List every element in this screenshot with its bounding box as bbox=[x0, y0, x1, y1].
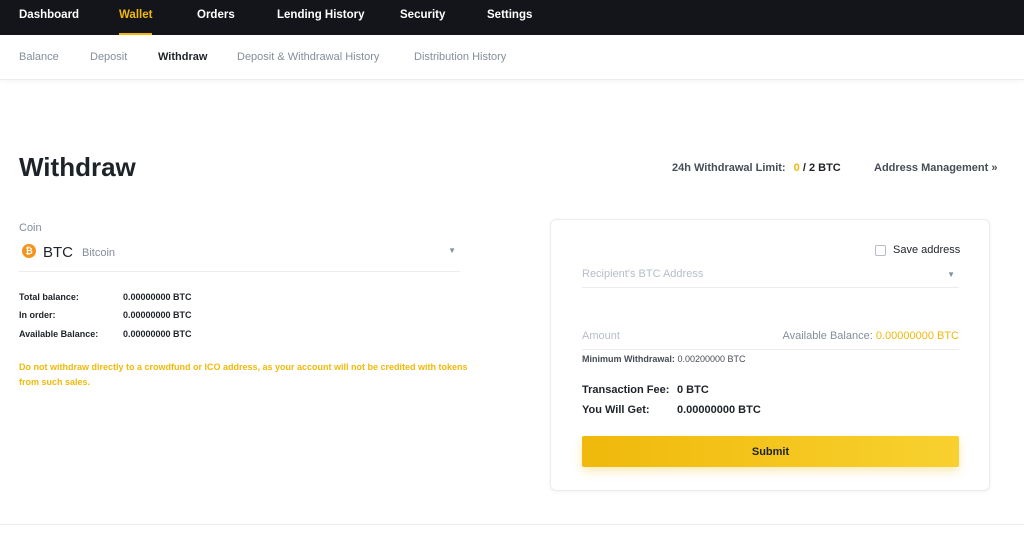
withdraw-form-card: Save address ▼ Available Balance: 0.0000… bbox=[550, 219, 990, 491]
subnav-distribution-history[interactable]: Distribution History bbox=[414, 35, 506, 80]
bitcoin-icon: ₿ bbox=[22, 244, 36, 258]
amount-input[interactable] bbox=[582, 326, 782, 346]
total-balance-row: Total balance: 0.00000000 BTC bbox=[19, 292, 192, 302]
in-order-label: In order: bbox=[19, 310, 56, 320]
available-balance-row: Available Balance: 0.00000000 BTC bbox=[19, 329, 192, 339]
transaction-fee-label: Transaction Fee: bbox=[582, 384, 670, 396]
you-will-get-label: You Will Get: bbox=[582, 404, 650, 416]
amount-field[interactable]: Available Balance: 0.00000000 BTC bbox=[582, 326, 959, 350]
coin-select[interactable]: ₿ BTC Bitcoin ▼ bbox=[19, 240, 460, 272]
total-balance-label: Total balance: bbox=[19, 292, 79, 302]
subnav-deposit-withdrawal-history[interactable]: Deposit & Withdrawal History bbox=[237, 35, 379, 80]
minimum-withdrawal: Minimum Withdrawal: 0.00200000 BTC bbox=[582, 354, 746, 364]
submit-button[interactable]: Submit bbox=[582, 436, 959, 467]
in-order-row: In order: 0.00000000 BTC bbox=[19, 310, 192, 320]
subnav-balance[interactable]: Balance bbox=[19, 35, 59, 80]
save-address-label: Save address bbox=[893, 244, 961, 256]
wallet-sub-navigation: Balance Deposit Withdraw Deposit & Withd… bbox=[0, 35, 1024, 80]
you-will-get-row: You Will Get: 0.00000000 BTC bbox=[582, 404, 761, 416]
coin-symbol: BTC bbox=[43, 244, 73, 261]
transaction-fee-row: Transaction Fee: 0 BTC bbox=[582, 384, 709, 396]
nav-lending-history[interactable]: Lending History bbox=[277, 0, 365, 35]
you-will-get-value: 0.00000000 BTC bbox=[677, 404, 761, 416]
nav-wallet[interactable]: Wallet bbox=[119, 0, 153, 35]
recipient-address-field[interactable]: ▼ bbox=[582, 264, 959, 288]
in-order-value: 0.00000000 BTC bbox=[123, 310, 192, 320]
available-balance-value: 0.00000000 BTC bbox=[123, 329, 192, 339]
address-management-link[interactable]: Address Management » bbox=[874, 162, 997, 174]
nav-wallet-label: Wallet bbox=[119, 9, 153, 21]
page-title: Withdraw bbox=[19, 152, 136, 182]
withdrawal-limit-used: 0 bbox=[793, 162, 800, 174]
withdrawal-limit-total: 2 BTC bbox=[808, 162, 841, 174]
minimum-withdrawal-value: 0.00200000 BTC bbox=[677, 354, 746, 364]
form-available-balance: Available Balance: 0.00000000 BTC bbox=[782, 330, 959, 342]
withdrawal-limit-label: 24h Withdrawal Limit: bbox=[672, 162, 786, 174]
nav-dashboard[interactable]: Dashboard bbox=[19, 0, 79, 35]
withdrawal-limit: 24h Withdrawal Limit: 0 / 2 BTC bbox=[672, 162, 841, 174]
subnav-deposit[interactable]: Deposit bbox=[90, 35, 127, 80]
coin-name: Bitcoin bbox=[82, 247, 116, 259]
footer-divider bbox=[0, 524, 1024, 525]
minimum-withdrawal-label: Minimum Withdrawal: bbox=[582, 354, 675, 364]
withdrawal-limit-separator: / bbox=[802, 162, 806, 174]
recipient-address-input[interactable] bbox=[582, 264, 782, 284]
available-balance-label: Available Balance: bbox=[19, 329, 99, 339]
withdrawal-warning: Do not withdraw directly to a crowdfund … bbox=[19, 362, 468, 387]
transaction-fee-value: 0 BTC bbox=[677, 384, 709, 396]
form-available-balance-value[interactable]: 0.00000000 BTC bbox=[876, 330, 959, 342]
form-available-balance-label: Available Balance: bbox=[782, 330, 873, 342]
caret-down-icon[interactable]: ▼ bbox=[947, 270, 955, 279]
save-address-checkbox[interactable] bbox=[875, 245, 886, 256]
total-balance-value: 0.00000000 BTC bbox=[123, 292, 192, 302]
coin-label: Coin bbox=[19, 222, 42, 234]
nav-orders[interactable]: Orders bbox=[197, 0, 235, 35]
caret-down-icon: ▼ bbox=[448, 246, 456, 255]
top-navigation-bar: Dashboard Wallet Orders Lending History … bbox=[0, 0, 1024, 35]
nav-settings[interactable]: Settings bbox=[487, 0, 532, 35]
nav-security[interactable]: Security bbox=[400, 0, 445, 35]
subnav-withdraw[interactable]: Withdraw bbox=[158, 35, 207, 80]
